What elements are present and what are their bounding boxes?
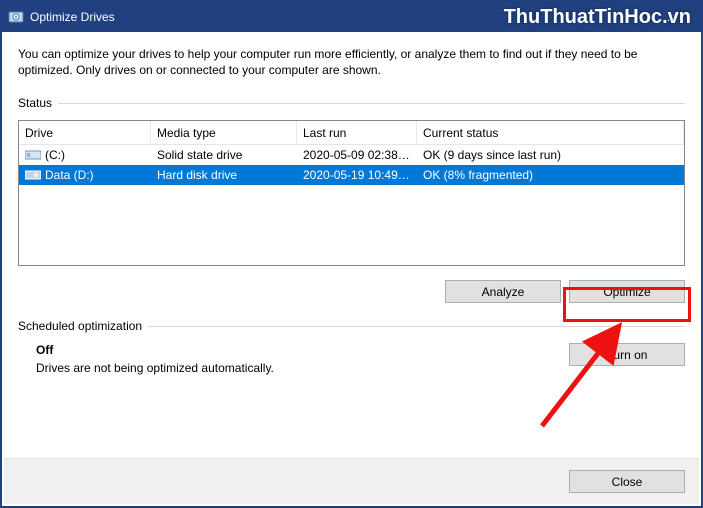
- scheduled-label-text: Scheduled optimization: [18, 319, 142, 333]
- close-window-button[interactable]: [649, 2, 695, 32]
- status-section-label: Status: [18, 96, 685, 110]
- window-title: Optimize Drives: [30, 10, 115, 24]
- turn-on-button[interactable]: Turn on: [569, 343, 685, 366]
- col-header-media[interactable]: Media type: [151, 121, 297, 144]
- titlebar: Optimize Drives: [2, 2, 701, 32]
- media-type: Solid state drive: [151, 146, 297, 164]
- schedule-state: Off: [36, 343, 569, 357]
- table-row[interactable]: Data (D:) Hard disk drive 2020-05-19 10:…: [19, 165, 684, 185]
- last-run: 2020-05-09 02:38 C...: [297, 146, 417, 164]
- hdd-drive-icon: [25, 169, 41, 181]
- divider: [58, 103, 685, 104]
- description-text: You can optimize your drives to help you…: [18, 46, 685, 78]
- defrag-app-icon: [8, 9, 24, 25]
- schedule-description: Drives are not being optimized automatic…: [36, 361, 569, 375]
- col-header-current-status[interactable]: Current status: [417, 121, 684, 144]
- current-status: OK (9 days since last run): [417, 146, 684, 164]
- drive-name: Data (D:): [45, 168, 94, 182]
- close-button[interactable]: Close: [569, 470, 685, 493]
- col-header-drive[interactable]: Drive: [19, 121, 151, 144]
- last-run: 2020-05-19 10:49 S...: [297, 166, 417, 184]
- analyze-button[interactable]: Analyze: [445, 280, 561, 303]
- current-status: OK (8% fragmented): [417, 166, 684, 184]
- table-header: Drive Media type Last run Current status: [19, 121, 684, 145]
- divider: [148, 326, 685, 327]
- drives-table: Drive Media type Last run Current status…: [18, 120, 685, 266]
- ssd-drive-icon: [25, 149, 41, 161]
- table-row[interactable]: (C:) Solid state drive 2020-05-09 02:38 …: [19, 145, 684, 165]
- dialog-footer: Close: [4, 458, 699, 504]
- col-header-last-run[interactable]: Last run: [297, 121, 417, 144]
- scheduled-section-label: Scheduled optimization: [18, 319, 685, 333]
- drive-name: (C:): [45, 148, 65, 162]
- status-label-text: Status: [18, 96, 52, 110]
- optimize-button[interactable]: Optimize: [569, 280, 685, 303]
- media-type: Hard disk drive: [151, 166, 297, 184]
